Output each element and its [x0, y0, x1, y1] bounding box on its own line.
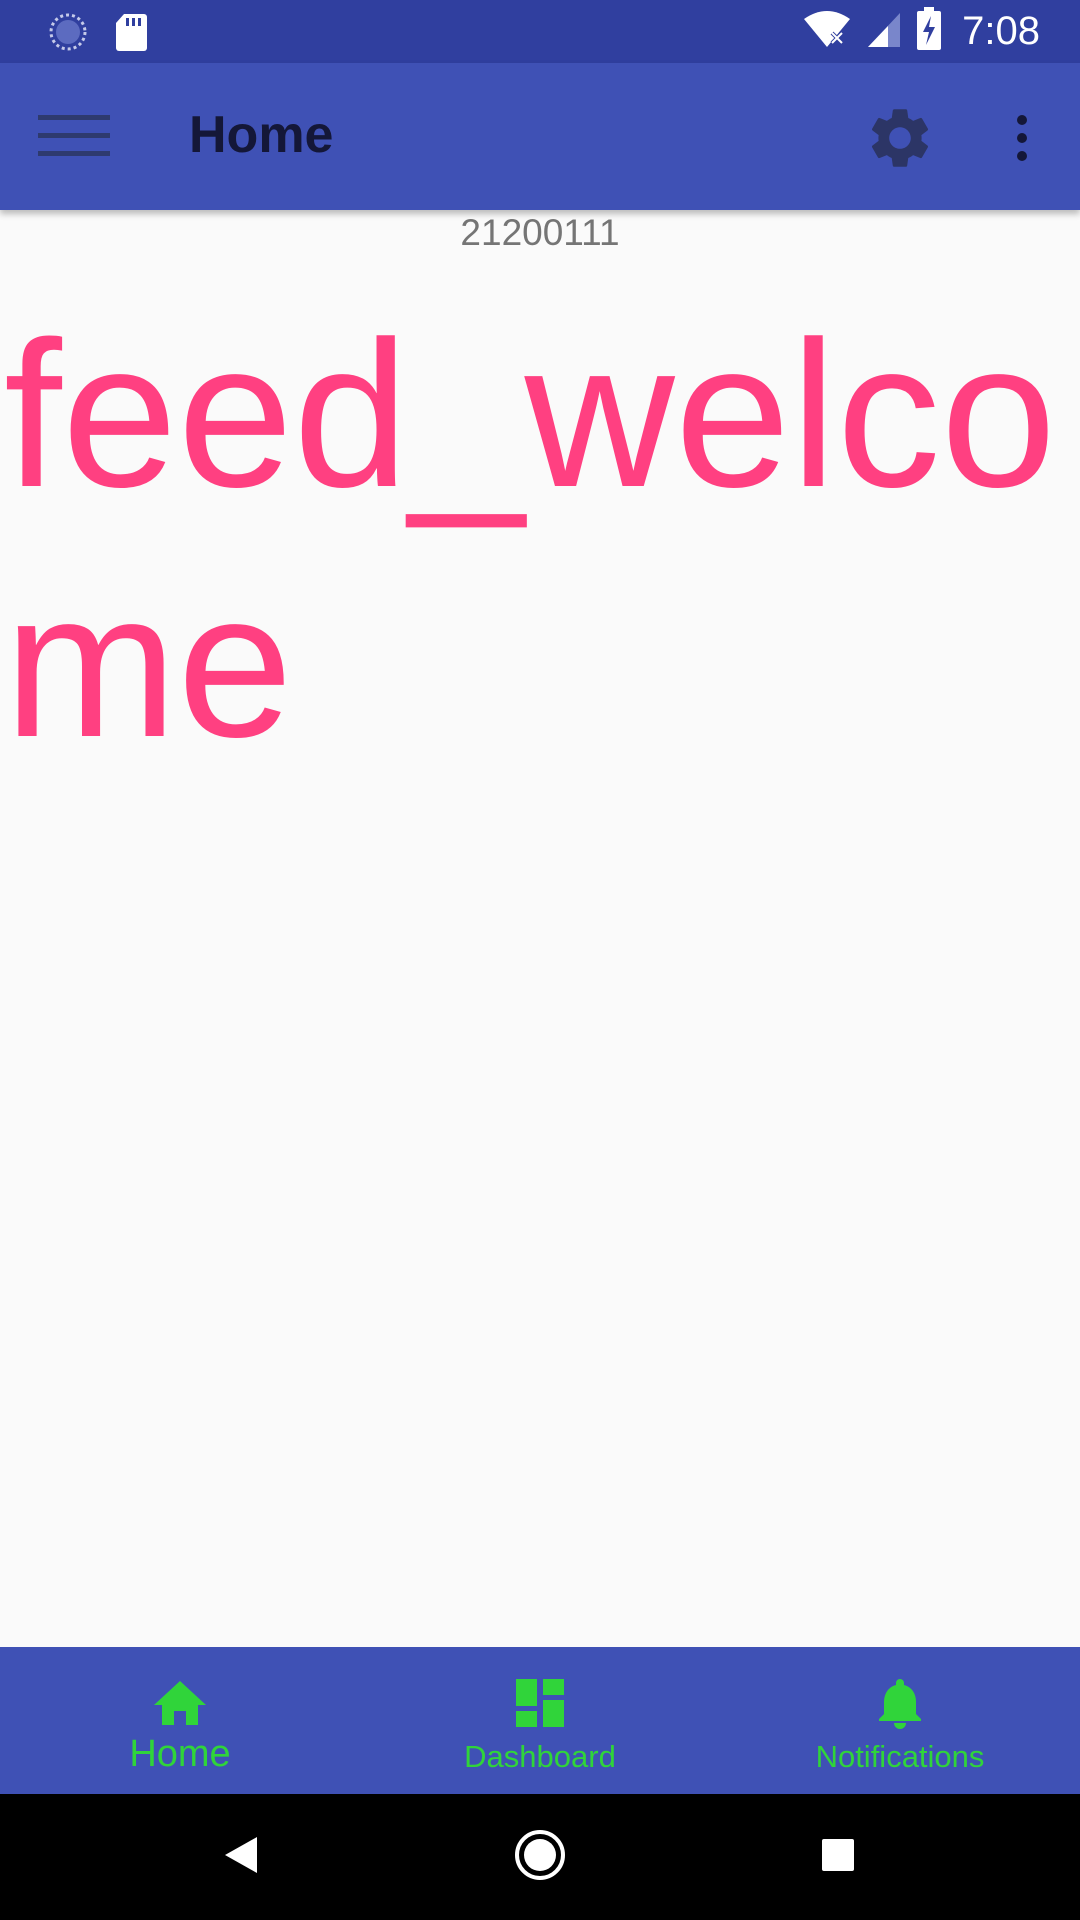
more-vert-icon	[1014, 114, 1030, 167]
menu-icon	[38, 113, 110, 164]
page-title: Home	[189, 106, 334, 164]
welcome-text: feed_welcome	[4, 299, 1057, 781]
home-icon	[150, 1673, 210, 1733]
nav-item-notifications[interactable]: Notifications	[720, 1647, 1080, 1794]
system-recents-button[interactable]	[803, 1822, 873, 1892]
content-id-text: 21200111	[460, 212, 620, 253]
app-bar: Home	[0, 63, 1080, 210]
overflow-menu-button[interactable]	[990, 100, 1054, 180]
system-home-button[interactable]	[505, 1822, 575, 1892]
bottom-navigation: Home Dashboard Notifications	[0, 1647, 1080, 1794]
status-time: 7:08	[962, 9, 1040, 53]
nav-label-dashboard: Dashboard	[464, 1739, 616, 1774]
battery-charging-icon	[916, 7, 942, 56]
dashboard-icon	[510, 1673, 570, 1733]
loading-icon	[46, 12, 90, 57]
home-circle-icon	[513, 1828, 567, 1887]
back-icon	[221, 1835, 261, 1880]
nav-item-home[interactable]: Home	[0, 1647, 360, 1794]
nav-label-home: Home	[129, 1733, 231, 1775]
settings-button[interactable]	[855, 100, 945, 180]
status-bar-right: 7:08	[802, 0, 1040, 63]
system-back-button[interactable]	[206, 1822, 276, 1892]
system-navigation-bar	[0, 1794, 1080, 1920]
recents-icon	[820, 1837, 856, 1878]
status-bar: 7:08	[0, 0, 1080, 63]
gear-icon	[864, 102, 936, 179]
menu-button[interactable]	[24, 103, 124, 173]
bell-icon	[870, 1673, 930, 1733]
wifi-off-icon	[802, 9, 852, 54]
nav-label-notifications: Notifications	[815, 1739, 985, 1774]
sd-card-icon	[114, 12, 148, 57]
cell-signal-icon	[866, 9, 902, 54]
nav-item-dashboard[interactable]: Dashboard	[360, 1647, 720, 1794]
